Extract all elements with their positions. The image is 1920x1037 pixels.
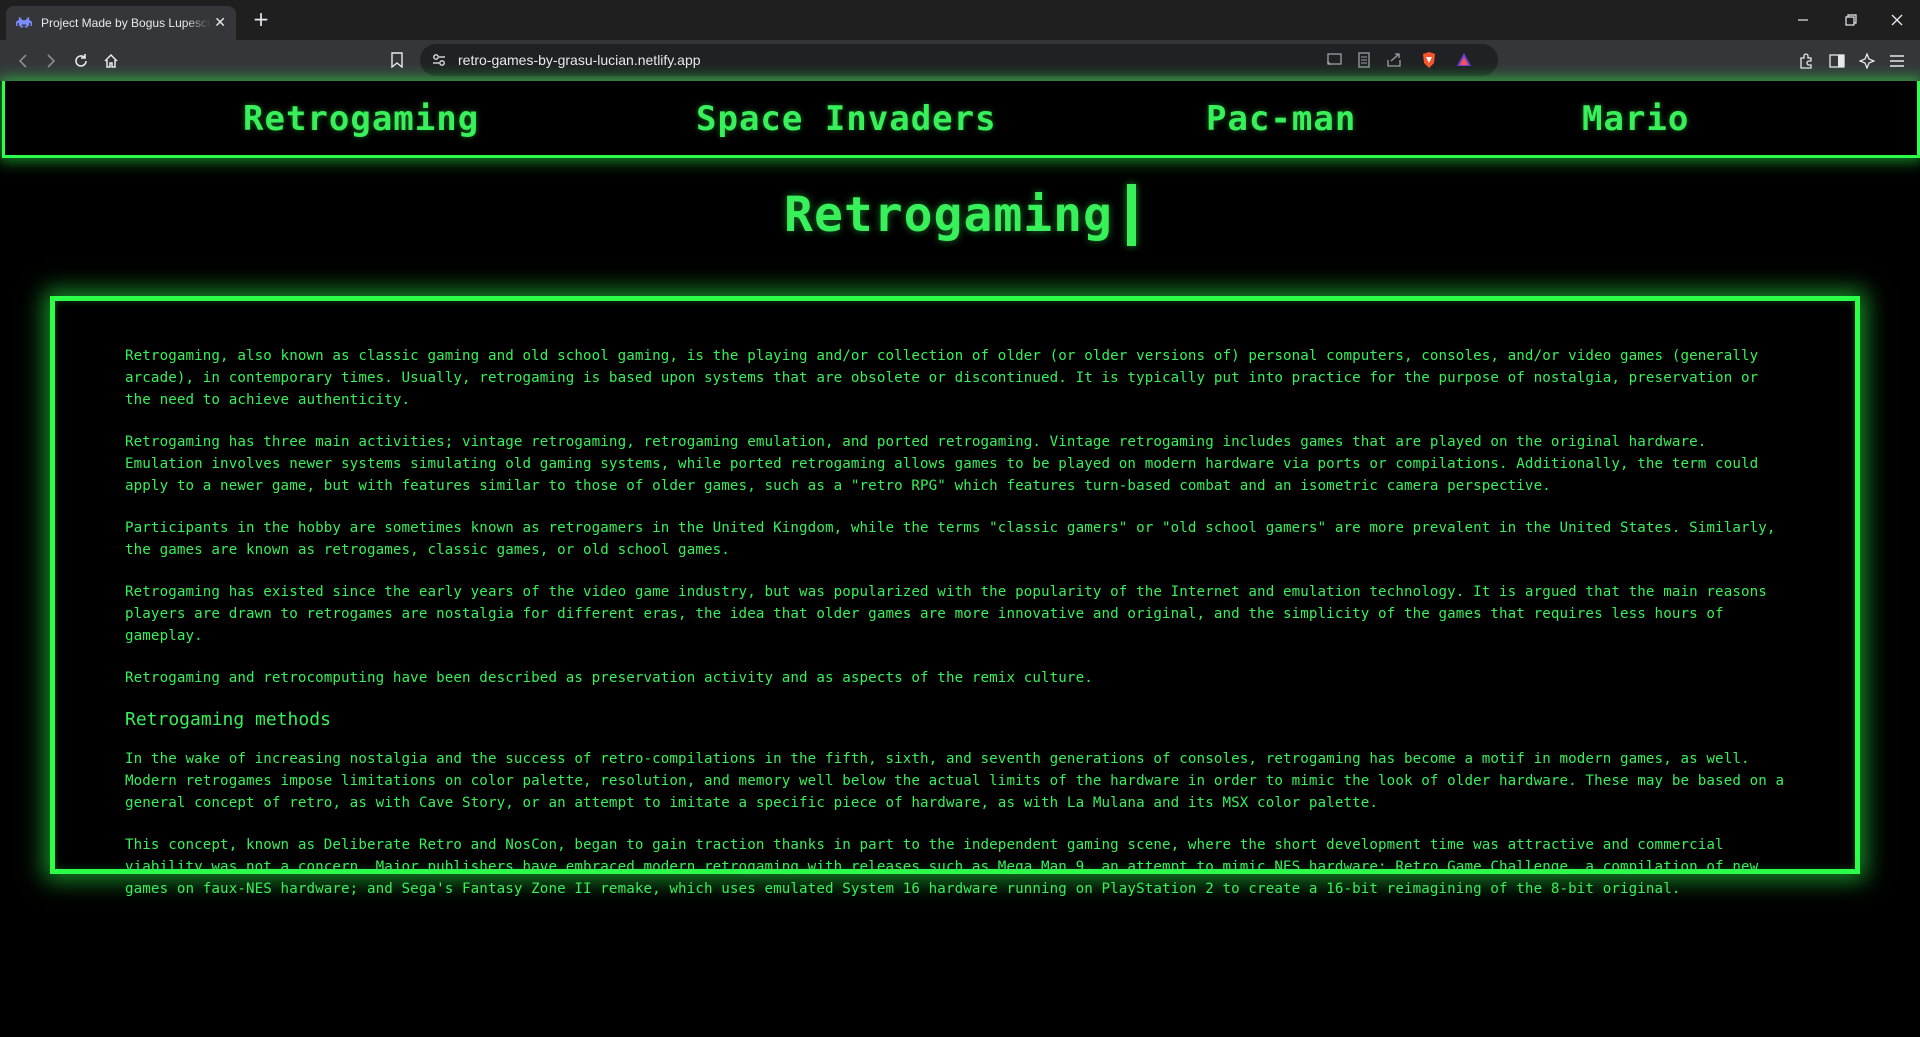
article-content: Retrogaming, also known as classic gamin… [50,296,1860,897]
nav-link-mario[interactable]: Mario [1582,99,1689,139]
sidebar-icon[interactable] [1826,50,1848,72]
back-arrow-icon[interactable] [12,50,34,72]
brave-rewards-icon[interactable] [1453,49,1475,71]
close-icon[interactable]: ✕ [214,15,226,31]
plus-icon[interactable]: + [250,8,272,30]
space-invader-icon [16,15,32,31]
leo-ai-icon[interactable] [1856,50,1878,72]
brave-shield-icon[interactable] [1418,49,1440,71]
page-title: Retrogaming [784,187,1113,243]
section-paragraph: This concept, known as Deliberate Retro … [125,837,1759,897]
cast-icon[interactable] [1323,49,1345,71]
nav-link-retrogaming[interactable]: Retrogaming [243,99,479,139]
nav-link-pac-man[interactable]: Pac-man [1206,99,1356,139]
tab-title: Project Made by Bogus Lupescu [41,16,211,30]
main-nav: Retrogaming Space Invaders Pac-man Mario [2,81,1920,158]
forward-arrow-icon[interactable] [40,50,62,72]
site-settings-icon[interactable] [428,49,450,71]
reload-icon[interactable] [70,50,92,72]
bookmark-icon[interactable] [386,49,408,71]
extensions-icon[interactable] [1795,50,1817,72]
share-icon[interactable] [1383,49,1405,71]
article-paragraph: Participants in the hobby are sometimes … [125,520,1776,558]
browser-tab[interactable]: Project Made by Bogus Lupescu ✕ [6,6,236,40]
menu-icon[interactable] [1886,50,1908,72]
minimize-icon[interactable] [1780,0,1826,40]
restore-icon[interactable] [1828,0,1874,40]
section-paragraph: In the wake of increasing nostalgia and … [125,751,1785,811]
article-paragraph: Retrogaming has three main activities; v… [125,434,1759,494]
close-window-icon[interactable] [1874,0,1920,40]
url-text[interactable]: retro-games-by-grasu-lucian.netlify.app [458,44,701,76]
article-paragraph: Retrogaming has existed since the early … [125,584,1767,644]
typing-cursor [1126,184,1136,246]
tab-strip: Project Made by Bogus Lupescu ✕ + [0,0,1920,40]
page-header: Retrogaming [0,184,1920,246]
article-paragraph: Retrogaming, also known as classic gamin… [125,348,1759,408]
nav-link-space-invaders[interactable]: Space Invaders [696,99,997,139]
reader-mode-icon[interactable] [1353,49,1375,71]
section-heading: Retrogaming methods [125,709,331,730]
home-icon[interactable] [100,50,122,72]
address-bar[interactable]: retro-games-by-grasu-lucian.netlify.app [391,44,1498,76]
article-paragraph: Retrogaming and retrocomputing have been… [125,670,1093,686]
page-viewport: Retrogaming Space Invaders Pac-man Mario… [0,81,1920,1037]
